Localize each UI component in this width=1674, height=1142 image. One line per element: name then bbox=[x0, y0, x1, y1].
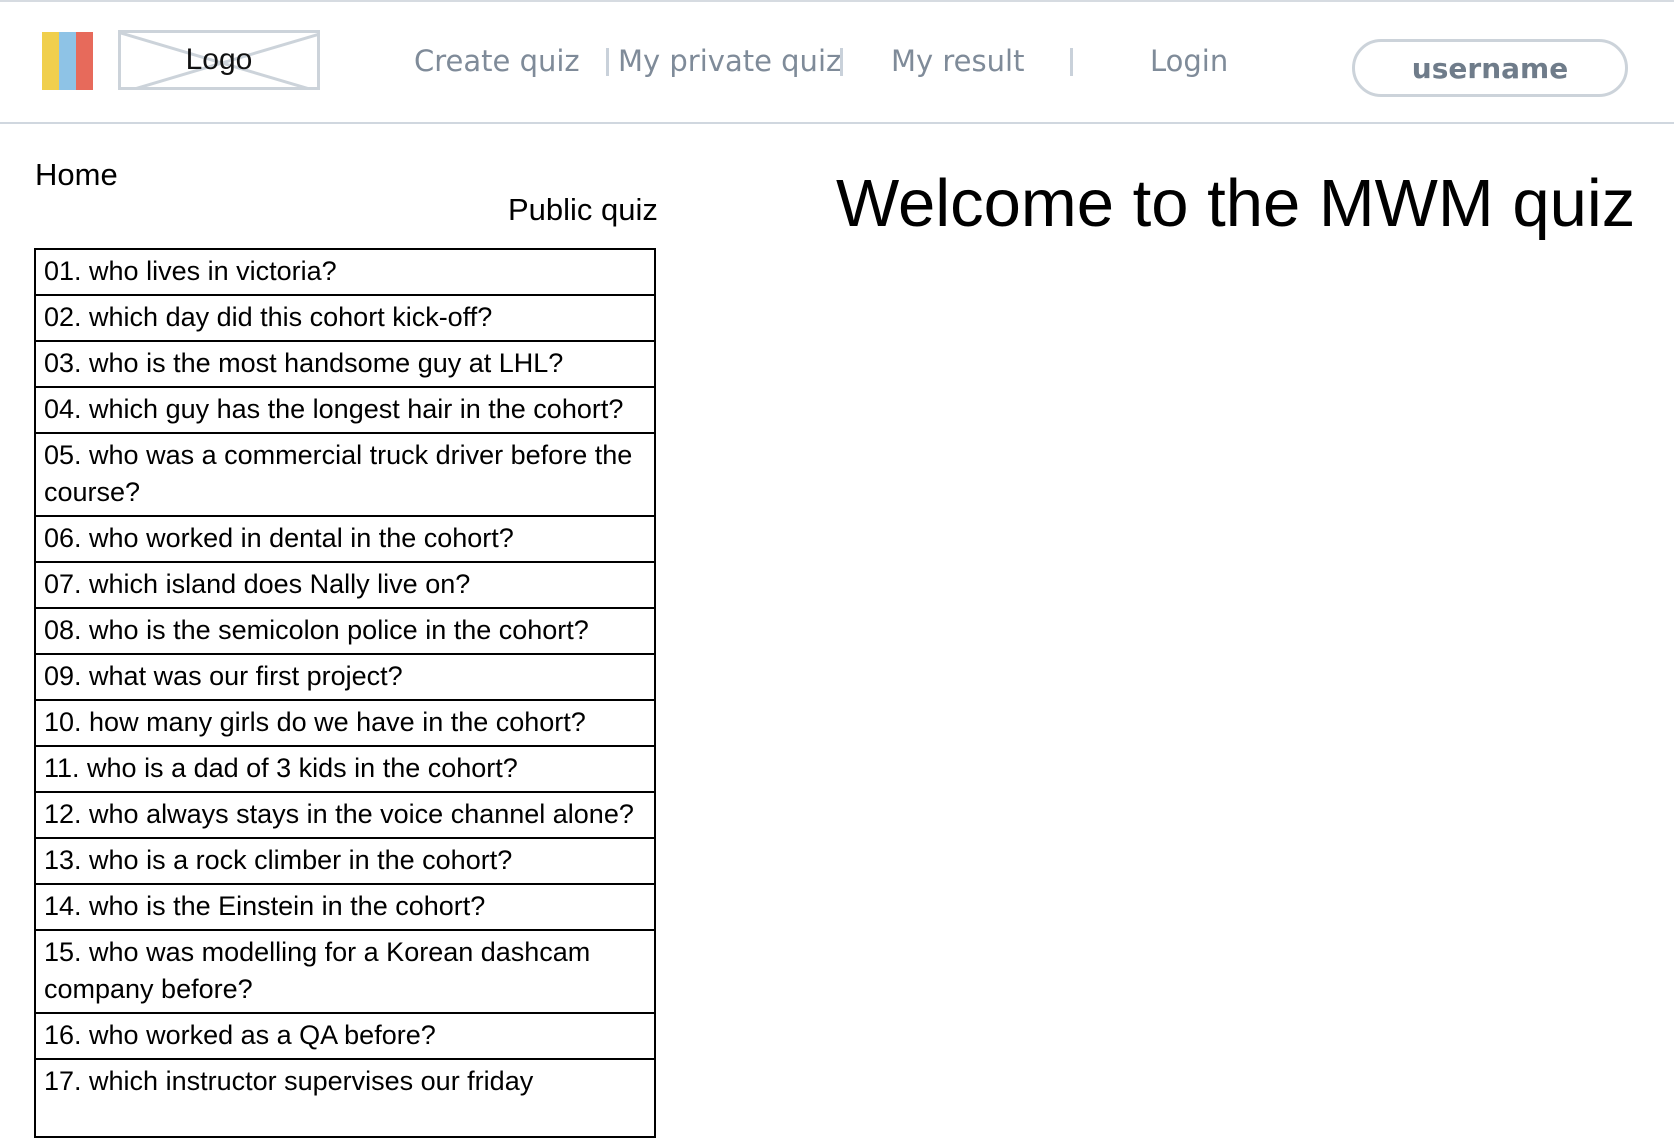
quiz-list-item[interactable]: 14. who is the Einstein in the cohort? bbox=[36, 885, 654, 931]
nav-divider bbox=[1070, 48, 1073, 76]
quiz-list-item[interactable]: 05. who was a commercial truck driver be… bbox=[36, 434, 654, 517]
brand-mark-icon[interactable] bbox=[42, 32, 93, 90]
brand-bar-yellow bbox=[42, 32, 59, 90]
quiz-list-item[interactable]: 17. which instructor supervises our frid… bbox=[36, 1060, 654, 1136]
quiz-list-item[interactable]: 12. who always stays in the voice channe… bbox=[36, 793, 654, 839]
nav-my-private-quiz[interactable]: My private quiz bbox=[618, 44, 841, 78]
username-button[interactable]: username bbox=[1352, 39, 1628, 97]
quiz-list-item[interactable]: 08. who is the semicolon police in the c… bbox=[36, 609, 654, 655]
breadcrumb-home[interactable]: Home bbox=[35, 157, 118, 193]
quiz-list-item[interactable]: 16. who worked as a QA before? bbox=[36, 1014, 654, 1060]
quiz-list-item[interactable]: 09. what was our first project? bbox=[36, 655, 654, 701]
nav-my-result[interactable]: My result bbox=[891, 44, 1024, 78]
quiz-list-item[interactable]: 11. who is a dad of 3 kids in the cohort… bbox=[36, 747, 654, 793]
quiz-list-item[interactable]: 02. which day did this cohort kick-off? bbox=[36, 296, 654, 342]
public-quiz-list: 01. who lives in victoria? 02. which day … bbox=[34, 248, 656, 1138]
nav-create-quiz[interactable]: Create quiz bbox=[414, 44, 580, 78]
public-quiz-heading: Public quiz bbox=[508, 192, 658, 227]
nav-divider bbox=[606, 48, 609, 76]
quiz-list-item[interactable]: 13. who is a rock climber in the cohort? bbox=[36, 839, 654, 885]
nav-divider bbox=[840, 48, 843, 76]
quiz-list-item[interactable]: 15. who was modelling for a Korean dashc… bbox=[36, 931, 654, 1014]
page: Logo Create quiz My private quiz My resu… bbox=[0, 0, 1674, 1142]
quiz-list-item[interactable]: 03. who is the most handsome guy at LHL? bbox=[36, 342, 654, 388]
quiz-list-item[interactable]: 06. who worked in dental in the cohort? bbox=[36, 517, 654, 563]
quiz-list-item[interactable]: 07. which island does Nally live on? bbox=[36, 563, 654, 609]
quiz-list-item[interactable]: 04. which guy has the longest hair in th… bbox=[36, 388, 654, 434]
quiz-list-item[interactable]: 10. how many girls do we have in the coh… bbox=[36, 701, 654, 747]
page-title: Welcome to the MWM quiz bbox=[836, 166, 1636, 241]
brand-bar-red bbox=[76, 32, 93, 90]
logo-placeholder[interactable]: Logo bbox=[118, 30, 320, 90]
nav-login[interactable]: Login bbox=[1150, 44, 1228, 78]
quiz-list-item[interactable]: 01. who lives in victoria? bbox=[36, 250, 654, 296]
logo-label: Logo bbox=[185, 43, 253, 76]
header: Logo Create quiz My private quiz My resu… bbox=[0, 2, 1674, 124]
brand-bar-blue bbox=[59, 32, 76, 90]
